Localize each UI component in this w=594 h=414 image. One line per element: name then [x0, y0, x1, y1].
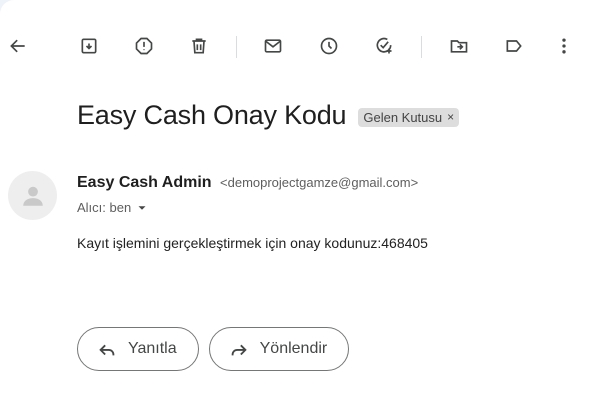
inbox-label-chip[interactable]: Gelen Kutusu ×	[358, 107, 460, 127]
back-arrow-icon	[10, 39, 25, 53]
more-options-icon	[562, 38, 566, 54]
subject-row: Easy Cash Onay Kodu Gelen Kutusu ×	[77, 100, 460, 131]
reply-icon	[99, 344, 115, 356]
mark-unread-icon	[264, 39, 282, 53]
add-to-tasks-icon	[376, 37, 392, 54]
archive-button[interactable]	[71, 28, 107, 64]
report-spam-icon	[135, 37, 153, 55]
forward-label: Yönlendir	[259, 340, 328, 357]
delete-button[interactable]	[181, 28, 217, 64]
reply-button[interactable]: Yanıtla	[77, 327, 199, 371]
label-button[interactable]	[496, 28, 532, 64]
email-body: Kayıt işlemini gerçekleştirmek için onay…	[77, 235, 428, 251]
forward-icon	[231, 344, 247, 356]
back-button[interactable]	[0, 28, 36, 64]
person-icon	[22, 186, 43, 206]
sender-avatar[interactable]	[8, 171, 57, 220]
report-spam-button[interactable]	[126, 28, 162, 64]
toolbar-divider	[421, 36, 422, 58]
toolbar-divider	[236, 36, 237, 58]
snooze-icon	[320, 37, 338, 55]
archive-icon	[81, 38, 97, 54]
inbox-label-text: Gelen Kutusu	[363, 109, 443, 125]
more-options-button[interactable]	[546, 28, 582, 64]
email-subject: Easy Cash Onay Kodu	[77, 100, 347, 130]
forward-button[interactable]: Yönlendir	[208, 327, 350, 371]
add-to-tasks-button[interactable]	[366, 28, 402, 64]
show-details-button[interactable]	[135, 201, 149, 215]
sender-line: Easy Cash Admin <demoprojectgamze@gmail.…	[77, 174, 418, 192]
recipient-line: Alıcı: ben	[77, 200, 149, 215]
sender-email: <demoprojectgamze@gmail.com>	[220, 175, 419, 190]
mark-unread-button[interactable]	[255, 28, 291, 64]
delete-icon	[192, 38, 206, 54]
remove-label-icon[interactable]: ×	[447, 110, 454, 124]
move-to-button[interactable]	[441, 28, 477, 64]
recipient-text: Alıcı: ben	[77, 200, 132, 215]
sender-name[interactable]: Easy Cash Admin	[77, 174, 212, 191]
label-icon	[506, 40, 522, 52]
snooze-button[interactable]	[311, 28, 347, 64]
chevron-down-icon	[138, 205, 146, 210]
content-panel-edge	[0, 0, 594, 14]
message-toolbar	[0, 28, 594, 66]
reply-label: Yanıtla	[128, 340, 177, 357]
move-to-icon	[450, 40, 468, 53]
reply-actions: Yanıtla Yönlendir	[77, 327, 350, 371]
